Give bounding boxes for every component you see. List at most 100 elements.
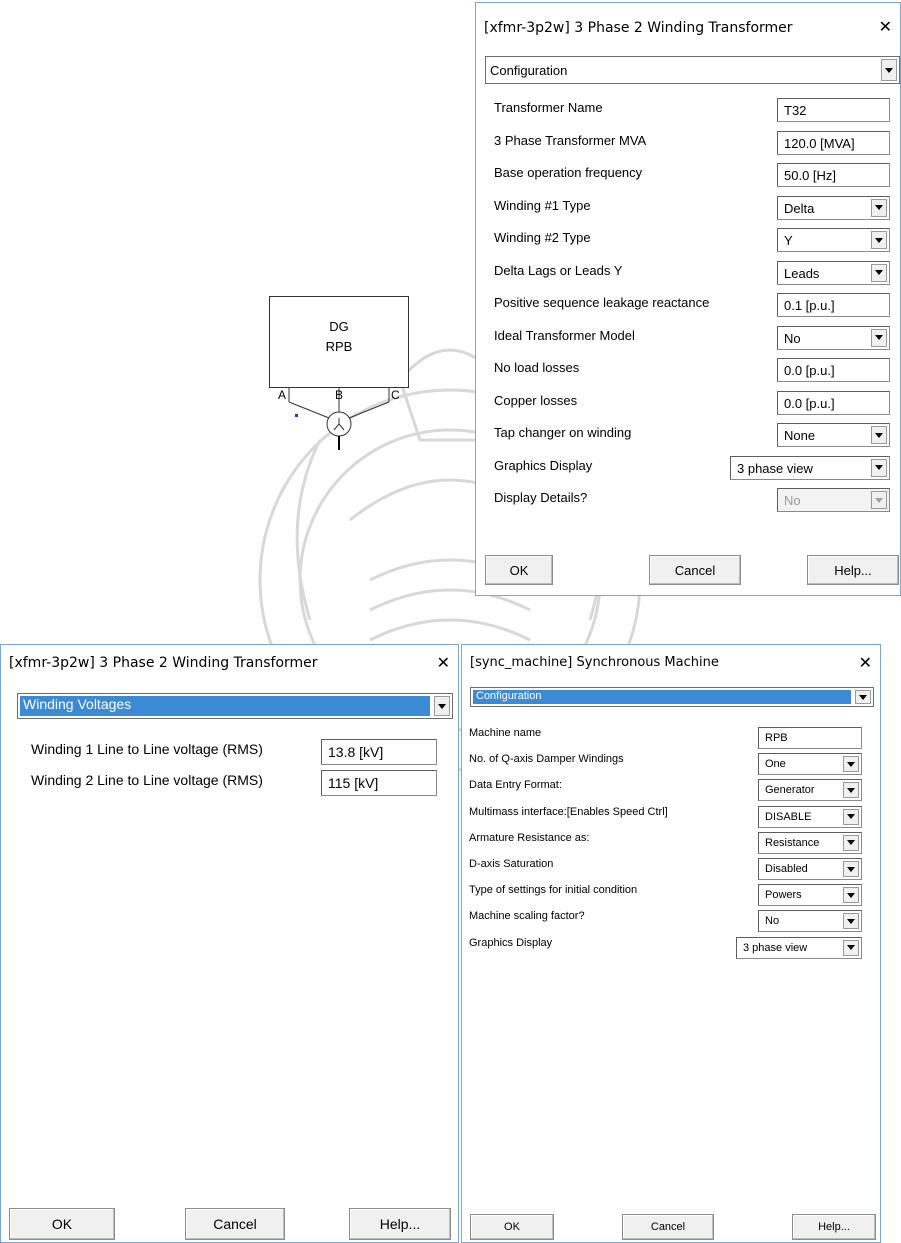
chevron-down-icon[interactable] [843, 756, 859, 773]
param-input[interactable]: 0.0 [p.u.] [777, 358, 890, 382]
cancel-button[interactable]: Cancel [622, 1214, 714, 1240]
chevron-down-icon[interactable] [871, 458, 887, 477]
chevron-down-icon[interactable] [843, 861, 859, 877]
chevron-down-icon[interactable] [871, 231, 887, 249]
transformer-config-dialog: [xfmr-3p2w] 3 Phase 2 Winding Transforme… [475, 2, 901, 596]
param-value: Disabled [765, 863, 808, 875]
param-input[interactable]: T32 [777, 98, 890, 122]
param-value: Y [784, 233, 793, 248]
param-value: 50.0 [Hz] [784, 168, 837, 183]
cancel-button[interactable]: Cancel [185, 1208, 285, 1240]
param-value: Leads [784, 265, 820, 281]
param-dropdown[interactable]: DISABLE [758, 805, 862, 828]
chevron-down-icon [871, 491, 887, 509]
param-input[interactable]: 0.0 [p.u.] [777, 390, 890, 415]
param-dropdown[interactable]: None [777, 423, 890, 447]
param-input[interactable]: 50.0 [Hz] [777, 163, 890, 187]
param-value: Generator [765, 784, 815, 797]
dialog-title: [xfmr-3p2w] 3 Phase 2 Winding Transforme… [9, 655, 318, 671]
param-dropdown[interactable]: Delta [777, 195, 890, 220]
chevron-down-icon[interactable] [871, 426, 887, 444]
param-dropdown[interactable]: Powers [758, 884, 862, 907]
param-dropdown[interactable]: Resistance [758, 831, 862, 854]
param-label: Positive sequence leakage reactance [494, 295, 710, 310]
param-label: Winding #2 Type [494, 230, 591, 245]
help-button[interactable]: Help... [807, 555, 899, 585]
chevron-down-icon[interactable] [434, 696, 450, 716]
param-label: Type of settings for initial condition [469, 884, 638, 897]
param-label: Armature Resistance as: [469, 831, 590, 844]
section-dropdown[interactable]: Winding Voltages [17, 693, 453, 719]
param-dropdown[interactable]: One [758, 753, 862, 776]
close-icon[interactable]: ✕ [859, 653, 872, 672]
param-label: Base operation frequency [494, 165, 643, 180]
param-label: Tap changer on winding [494, 425, 632, 440]
param-dropdown[interactable]: Disabled [758, 858, 862, 880]
param-input[interactable]: 0.1 [p.u.] [777, 293, 890, 317]
ok-button[interactable]: OK [485, 555, 553, 585]
param-dropdown[interactable]: No [777, 325, 890, 350]
title-bar: [xfmr-3p2w] 3 Phase 2 Winding Transforme… [1, 645, 458, 683]
param-dropdown[interactable]: No [758, 910, 862, 933]
chevron-down-icon[interactable] [843, 887, 859, 904]
param-dropdown[interactable]: Y [777, 228, 890, 252]
chevron-down-icon[interactable] [855, 690, 871, 704]
close-icon[interactable]: ✕ [437, 653, 450, 672]
param-value: 13.8 [kV] [328, 744, 384, 760]
param-value: No [784, 330, 801, 346]
chevron-down-icon[interactable] [843, 834, 859, 851]
param-value: 0.0 [p.u.] [784, 363, 835, 378]
section-dropdown[interactable]: Configuration [485, 56, 900, 84]
chevron-down-icon[interactable] [881, 59, 897, 81]
param-label: Display Details? [494, 490, 588, 505]
section-dropdown[interactable]: Configuration [470, 687, 874, 707]
phase-b-label: B [335, 388, 344, 402]
param-dropdown[interactable]: 3 phase view [736, 936, 862, 959]
param-dropdown[interactable]: Generator [758, 779, 862, 802]
param-label: Multimass interface:[Enables Speed Ctrl] [469, 805, 668, 818]
help-button[interactable]: Help... [349, 1208, 451, 1240]
param-value: Powers [765, 889, 802, 902]
param-input[interactable]: 120.0 [MVA] [777, 130, 890, 155]
param-value: 0.0 [p.u.] [784, 395, 835, 411]
param-label: Transformer Name [494, 100, 603, 115]
param-input[interactable]: 13.8 [kV] [321, 739, 437, 765]
param-value: 120.0 [MVA] [784, 135, 855, 151]
param-value: Delta [784, 200, 815, 216]
chevron-down-icon[interactable] [843, 939, 859, 956]
param-label: D-axis Saturation [469, 858, 554, 870]
param-dropdown[interactable]: 3 phase view [730, 455, 890, 480]
param-label: Machine name [469, 727, 542, 739]
param-dropdown[interactable]: Leads [777, 260, 890, 285]
phase-a-label: A [278, 388, 287, 402]
param-label: Ideal Transformer Model [494, 327, 635, 343]
chevron-down-icon[interactable] [843, 913, 859, 930]
param-value: DISABLE [765, 810, 812, 823]
cancel-button[interactable]: Cancel [649, 555, 741, 585]
param-label: No. of Q-axis Damper Windings [469, 753, 624, 766]
param-input[interactable]: RPB [758, 727, 862, 749]
ok-button[interactable]: OK [470, 1214, 554, 1240]
help-button[interactable]: Help... [792, 1214, 876, 1240]
chevron-down-icon[interactable] [843, 782, 859, 799]
param-label: Delta Lags or Leads Y [494, 262, 623, 278]
chevron-down-icon[interactable] [871, 328, 887, 347]
param-value: 0.1 [p.u.] [784, 298, 835, 313]
section-selected: Winding Voltages [20, 696, 430, 716]
param-label: 3 Phase Transformer MVA [494, 132, 647, 148]
chevron-down-icon[interactable] [871, 263, 887, 282]
param-value: No [784, 493, 801, 508]
chevron-down-icon[interactable] [843, 808, 859, 825]
param-value: RPB [765, 732, 788, 744]
dialog-title: [xfmr-3p2w] 3 Phase 2 Winding Transforme… [484, 20, 793, 36]
param-input[interactable]: 115 [kV] [321, 770, 437, 796]
param-label: Data Entry Format: [469, 779, 562, 792]
param-label: No load losses [494, 360, 580, 375]
param-value: 3 phase view [743, 941, 808, 954]
param-value: T32 [784, 103, 807, 118]
close-icon[interactable]: ✕ [879, 17, 892, 36]
chevron-down-icon[interactable] [871, 198, 887, 217]
dg-generator-symbol[interactable]: DG RPB A B C [262, 290, 422, 460]
ok-button[interactable]: OK [9, 1208, 115, 1240]
transformer-voltages-dialog: [xfmr-3p2w] 3 Phase 2 Winding Transforme… [0, 644, 459, 1243]
